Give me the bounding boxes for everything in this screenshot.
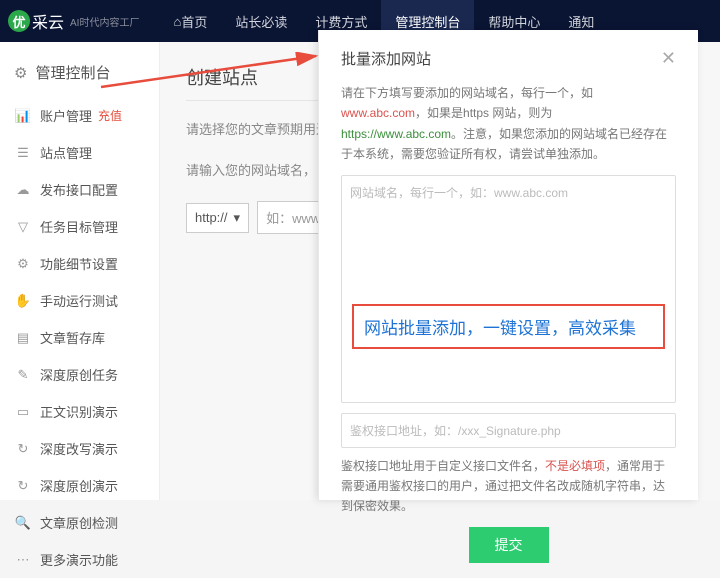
sidebar-item-8[interactable]: ▭ 正文识别演示 (0, 393, 159, 430)
sidebar-item-6[interactable]: ▤ 文章暂存库 (0, 319, 159, 356)
sidebar-item-7[interactable]: ✎ 深度原创任务 (0, 356, 159, 393)
annotation-callout: 网站批量添加，一键设置，高效采集 (352, 304, 665, 349)
sidebar-item-label: 深度原创任务 (40, 365, 118, 384)
edit-icon: ✎ (14, 367, 32, 383)
sidebar-item-label: 站点管理 (40, 143, 92, 162)
sidebar-item-label: 文章暂存库 (40, 328, 105, 347)
sidebar-item-label: 文章原创检测 (40, 513, 118, 532)
cogs-icon: ⚙ (14, 256, 32, 272)
sidebar-item-10[interactable]: ↻ 深度原创演示 (0, 467, 159, 504)
close-icon[interactable]: ✕ (661, 48, 676, 69)
modal-description: 请在下方填写要添加的网站域名，每行一个，如 www.abc.com，如果是htt… (341, 83, 676, 165)
refresh-icon: ↻ (14, 478, 32, 494)
logo-badge-icon: 优 (8, 10, 30, 32)
sidebar-item-label: 账户管理 (40, 106, 92, 125)
chart-icon: 📊 (14, 108, 32, 124)
logo-subtitle: AI时代内容工厂 (70, 14, 139, 29)
refresh-icon: ↻ (14, 441, 32, 457)
sidebar-item-label: 深度改写演示 (40, 439, 118, 458)
domains-textarea[interactable]: 网站域名，每行一个，如：www.abc.com 网站批量添加，一键设置，高效采集 (341, 175, 676, 403)
more-icon: ⋯ (14, 552, 32, 568)
sidebar-item-label: 任务目标管理 (40, 217, 118, 236)
sidebar-item-11[interactable]: 🔍 文章原创检测 (0, 504, 159, 541)
sidebar-title: ⚙ 管理控制台 (0, 54, 159, 97)
sidebar-item-12[interactable]: ⋯ 更多演示功能 (0, 541, 159, 578)
hand-icon: ✋ (14, 293, 32, 309)
logo[interactable]: 优 采云 AI时代内容工厂 (0, 9, 147, 33)
batch-add-modal: 批量添加网站 ✕ 请在下方填写要添加的网站域名，每行一个，如 www.abc.c… (318, 30, 698, 500)
doc-icon: ▤ (14, 330, 32, 346)
filter-icon: ▽ (14, 219, 32, 235)
sidebar-item-label: 更多演示功能 (40, 550, 118, 569)
sidebar-item-1[interactable]: ☰ 站点管理 (0, 134, 159, 171)
list-icon: ☰ (14, 145, 32, 161)
sidebar-item-label: 手动运行测试 (40, 291, 118, 310)
gear-icon: ⚙ (14, 64, 27, 82)
recharge-badge: 充值 (98, 107, 122, 124)
sidebar-item-2[interactable]: ☁ 发布接口配置 (0, 171, 159, 208)
sidebar-item-label: 功能细节设置 (40, 254, 118, 273)
sidebar: ⚙ 管理控制台 📊 账户管理充值 ☰ 站点管理 ☁ 发布接口配置 ▽ 任务目标管理 ⚙ 功能细节设… (0, 42, 160, 500)
auth-description: 鉴权接口地址用于自定义接口文件名，不是必填项，通常用于需要通用鉴权接口的用户，通… (341, 456, 676, 517)
sidebar-item-9[interactable]: ↻ 深度改写演示 (0, 430, 159, 467)
modal-title: 批量添加网站 (341, 48, 431, 69)
chevron-down-icon: ▾ (234, 210, 241, 226)
protocol-select[interactable]: http://▾ (186, 203, 249, 233)
nav-home[interactable]: ⌂ 首页 (159, 0, 221, 42)
sidebar-item-5[interactable]: ✋ 手动运行测试 (0, 282, 159, 319)
sidebar-item-label: 发布接口配置 (40, 180, 118, 199)
sidebar-item-label: 深度原创演示 (40, 476, 118, 495)
sidebar-item-3[interactable]: ▽ 任务目标管理 (0, 208, 159, 245)
textarea-placeholder: 网站域名，每行一个，如：www.abc.com (350, 184, 667, 201)
sidebar-item-0[interactable]: 📊 账户管理充值 (0, 97, 159, 134)
submit-button[interactable]: 提交 (469, 527, 549, 563)
screen-icon: ▭ (14, 404, 32, 420)
search-icon: 🔍 (14, 515, 32, 531)
nav-mustread[interactable]: 站长必读 (221, 0, 301, 42)
auth-url-input[interactable]: 鉴权接口地址，如：/xxx_Signature.php (341, 413, 676, 448)
logo-text: 采云 (32, 9, 64, 33)
cloud-icon: ☁ (14, 182, 32, 198)
home-icon: ⌂ (173, 14, 181, 29)
sidebar-item-label: 正文识别演示 (40, 402, 118, 421)
sidebar-item-4[interactable]: ⚙ 功能细节设置 (0, 245, 159, 282)
